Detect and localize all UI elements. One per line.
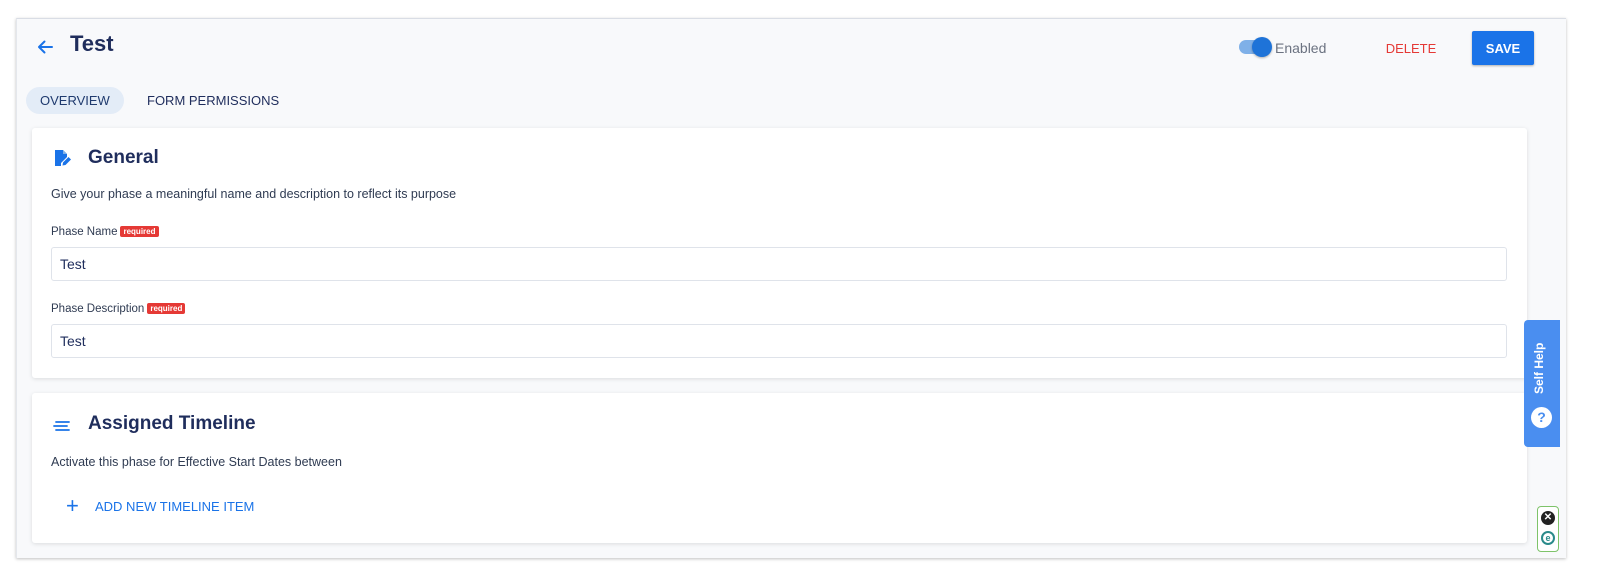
phase-name-input[interactable] <box>51 247 1507 281</box>
toggle-label: Enabled <box>1275 40 1327 56</box>
general-title: General <box>88 147 159 168</box>
timeline-title: Assigned Timeline <box>88 413 256 434</box>
general-card: General Give your phase a meaningful nam… <box>32 128 1527 378</box>
help-question-icon: ? <box>1531 407 1552 428</box>
timeline-card: Assigned Timeline Activate this phase fo… <box>32 393 1527 543</box>
phase-description-label: Phase Description required <box>51 303 186 315</box>
required-badge: required <box>120 226 159 237</box>
timeline-description: Activate this phase for Effective Start … <box>51 455 342 469</box>
phase-name-label: Phase Name required <box>51 226 159 238</box>
phase-description-label-text: Phase Description <box>51 303 145 315</box>
add-timeline-item-label: ADD NEW TIMELINE ITEM <box>95 498 255 514</box>
self-help-tab[interactable]: Self Help ? <box>1524 320 1560 447</box>
close-icon[interactable]: ✕ <box>1541 511 1555 525</box>
edit-document-icon <box>55 150 71 166</box>
save-button[interactable]: SAVE <box>1472 31 1534 65</box>
page-title: Test <box>70 31 114 56</box>
tab-form-permissions[interactable]: FORM PERMISSIONS <box>133 87 293 114</box>
enabled-toggle[interactable] <box>1239 37 1272 57</box>
toggle-knob <box>1252 37 1272 57</box>
arrow-left-icon[interactable] <box>35 37 55 57</box>
delete-button[interactable]: DELETE <box>1375 33 1447 63</box>
general-description: Give your phase a meaningful name and de… <box>51 187 457 201</box>
plus-icon: + <box>66 493 79 518</box>
tab-overview[interactable]: OVERVIEW <box>26 87 124 114</box>
extension-logo-icon[interactable]: e <box>1541 531 1555 545</box>
list-lines-icon <box>53 421 70 431</box>
extension-widget: ✕ e <box>1537 506 1559 552</box>
required-badge: required <box>147 303 186 314</box>
add-timeline-item-button[interactable]: + ADD NEW TIMELINE ITEM <box>66 491 254 521</box>
page-frame: Test Enabled DELETE SAVE OVERVIEW FORM P… <box>16 18 1566 558</box>
phase-name-label-text: Phase Name <box>51 226 118 238</box>
phase-description-input[interactable] <box>51 324 1507 358</box>
self-help-label: Self Help <box>1532 342 1546 394</box>
